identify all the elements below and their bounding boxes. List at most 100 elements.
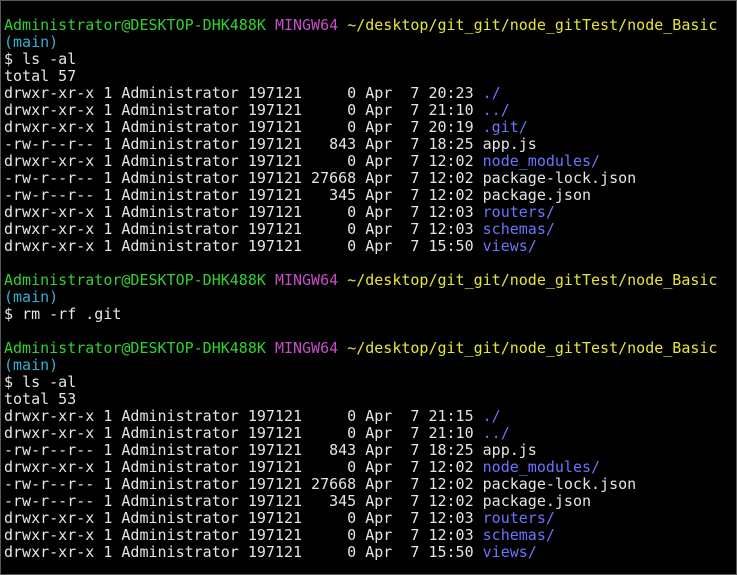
listing-row: drwxr-xr-x 1 Administrator 197121 0 Apr … xyxy=(4,238,736,255)
listing-row: drwxr-xr-x 1 Administrator 197121 0 Apr … xyxy=(4,425,736,442)
command-line: $ ls -al xyxy=(4,51,736,68)
listing-row: drwxr-xr-x 1 Administrator 197121 0 Apr … xyxy=(4,221,736,238)
listing-row: drwxr-xr-x 1 Administrator 197121 0 Apr … xyxy=(4,119,736,136)
directory-name[interactable]: ../ xyxy=(483,101,510,119)
directory-name[interactable]: routers/ xyxy=(483,509,555,527)
total-line: total 53 xyxy=(4,391,736,408)
prompt-symbol: $ xyxy=(4,50,14,68)
listing-row: -rw-r--r-- 1 Administrator 197121 345 Ap… xyxy=(4,187,736,204)
listing-meta: -rw-r--r-- 1 Administrator 197121 843 Ap… xyxy=(4,135,483,153)
command-text[interactable]: ls -al xyxy=(22,50,76,68)
command-text[interactable]: ls -al xyxy=(22,373,76,391)
listing-row: -rw-r--r-- 1 Administrator 197121 843 Ap… xyxy=(4,136,736,153)
file-name[interactable]: package.json xyxy=(483,186,591,204)
directory-name[interactable]: ./ xyxy=(483,407,501,425)
file-name[interactable]: app.js xyxy=(483,135,537,153)
listing-meta: drwxr-xr-x 1 Administrator 197121 0 Apr … xyxy=(4,203,483,221)
prompt-branch: (main) xyxy=(4,33,59,51)
listing-row: drwxr-xr-x 1 Administrator 197121 0 Apr … xyxy=(4,153,736,170)
directory-name[interactable]: views/ xyxy=(483,237,537,255)
listing-meta: drwxr-xr-x 1 Administrator 197121 0 Apr … xyxy=(4,84,483,102)
file-name[interactable]: package-lock.json xyxy=(483,169,637,187)
prompt-user-host: Administrator@DESKTOP-DHK488K xyxy=(4,271,266,289)
listing-row: -rw-r--r-- 1 Administrator 197121 27668 … xyxy=(4,170,736,187)
listing-meta: drwxr-xr-x 1 Administrator 197121 0 Apr … xyxy=(4,152,483,170)
prompt-line: Administrator@DESKTOP-DHK488K MINGW64 ~/… xyxy=(4,340,736,357)
listing-meta: -rw-r--r-- 1 Administrator 197121 345 Ap… xyxy=(4,186,483,204)
listing-meta: drwxr-xr-x 1 Administrator 197121 0 Apr … xyxy=(4,407,483,425)
directory-name[interactable]: node_modules/ xyxy=(483,152,600,170)
command-line: $ rm -rf .git xyxy=(4,306,736,323)
file-name[interactable]: package.json xyxy=(483,492,591,510)
listing-meta: drwxr-xr-x 1 Administrator 197121 0 Apr … xyxy=(4,237,483,255)
directory-name[interactable]: schemas/ xyxy=(483,220,555,238)
listing-total: total 53 xyxy=(4,390,77,408)
listing-meta: drwxr-xr-x 1 Administrator 197121 0 Apr … xyxy=(4,509,483,527)
terminal-window[interactable]: { "colors": { "background": "#000000", "… xyxy=(0,0,737,575)
listing-row: drwxr-xr-x 1 Administrator 197121 0 Apr … xyxy=(4,204,736,221)
command-text[interactable]: rm -rf .git xyxy=(22,305,121,323)
listing-row: drwxr-xr-x 1 Administrator 197121 0 Apr … xyxy=(4,85,736,102)
prompt-shell: MINGW64 xyxy=(274,16,339,34)
listing-meta: drwxr-xr-x 1 Administrator 197121 0 Apr … xyxy=(4,543,483,561)
directory-name[interactable]: schemas/ xyxy=(483,526,555,544)
directory-name[interactable]: routers/ xyxy=(483,203,555,221)
prompt-branch: (main) xyxy=(4,356,59,374)
listing-meta: drwxr-xr-x 1 Administrator 197121 0 Apr … xyxy=(4,526,483,544)
listing-meta: drwxr-xr-x 1 Administrator 197121 0 Apr … xyxy=(4,458,483,476)
listing-row: drwxr-xr-x 1 Administrator 197121 0 Apr … xyxy=(4,544,736,561)
prompt-shell: MINGW64 xyxy=(274,339,339,357)
branch-line: (main) xyxy=(4,289,736,306)
listing-total: total 57 xyxy=(4,67,77,85)
listing-row: -rw-r--r-- 1 Administrator 197121 27668 … xyxy=(4,476,736,493)
listing-row: drwxr-xr-x 1 Administrator 197121 0 Apr … xyxy=(4,510,736,527)
prompt-symbol: $ xyxy=(4,373,14,391)
directory-name[interactable]: .git/ xyxy=(483,118,528,136)
listing-row: drwxr-xr-x 1 Administrator 197121 0 Apr … xyxy=(4,408,736,425)
prompt-user-host: Administrator@DESKTOP-DHK488K xyxy=(4,339,266,357)
prompt-path: ~/desktop/git_git/node_gitTest/node_Basi… xyxy=(347,271,718,289)
prompt-symbol: $ xyxy=(4,305,14,323)
listing-row: -rw-r--r-- 1 Administrator 197121 843 Ap… xyxy=(4,442,736,459)
listing-meta: -rw-r--r-- 1 Administrator 197121 345 Ap… xyxy=(4,492,483,510)
listing-meta: -rw-r--r-- 1 Administrator 197121 27668 … xyxy=(4,169,483,187)
listing-row: drwxr-xr-x 1 Administrator 197121 0 Apr … xyxy=(4,102,736,119)
listing-meta: drwxr-xr-x 1 Administrator 197121 0 Apr … xyxy=(4,424,483,442)
listing-meta: -rw-r--r-- 1 Administrator 197121 843 Ap… xyxy=(4,441,483,459)
listing-meta: drwxr-xr-x 1 Administrator 197121 0 Apr … xyxy=(4,101,483,119)
listing-row: drwxr-xr-x 1 Administrator 197121 0 Apr … xyxy=(4,459,736,476)
total-line: total 57 xyxy=(4,68,736,85)
directory-name[interactable]: ./ xyxy=(483,84,501,102)
terminal-output[interactable]: Administrator@DESKTOP-DHK488K MINGW64 ~/… xyxy=(4,17,736,561)
prompt-user-host: Administrator@DESKTOP-DHK488K xyxy=(4,16,266,34)
file-name[interactable]: package-lock.json xyxy=(483,475,637,493)
listing-row: -rw-r--r-- 1 Administrator 197121 345 Ap… xyxy=(4,493,736,510)
branch-line: (main) xyxy=(4,357,736,374)
prompt-path: ~/desktop/git_git/node_gitTest/node_Basi… xyxy=(347,16,718,34)
file-name[interactable]: app.js xyxy=(483,441,537,459)
listing-meta: drwxr-xr-x 1 Administrator 197121 0 Apr … xyxy=(4,118,483,136)
prompt-branch: (main) xyxy=(4,288,59,306)
command-line: $ ls -al xyxy=(4,374,736,391)
prompt-path: ~/desktop/git_git/node_gitTest/node_Basi… xyxy=(347,339,718,357)
listing-meta: -rw-r--r-- 1 Administrator 197121 27668 … xyxy=(4,475,483,493)
prompt-line: Administrator@DESKTOP-DHK488K MINGW64 ~/… xyxy=(4,17,736,34)
listing-row: drwxr-xr-x 1 Administrator 197121 0 Apr … xyxy=(4,527,736,544)
prompt-line: Administrator@DESKTOP-DHK488K MINGW64 ~/… xyxy=(4,272,736,289)
branch-line: (main) xyxy=(4,34,736,51)
directory-name[interactable]: views/ xyxy=(483,543,537,561)
directory-name[interactable]: ../ xyxy=(483,424,510,442)
prompt-shell: MINGW64 xyxy=(274,271,339,289)
directory-name[interactable]: node_modules/ xyxy=(483,458,600,476)
